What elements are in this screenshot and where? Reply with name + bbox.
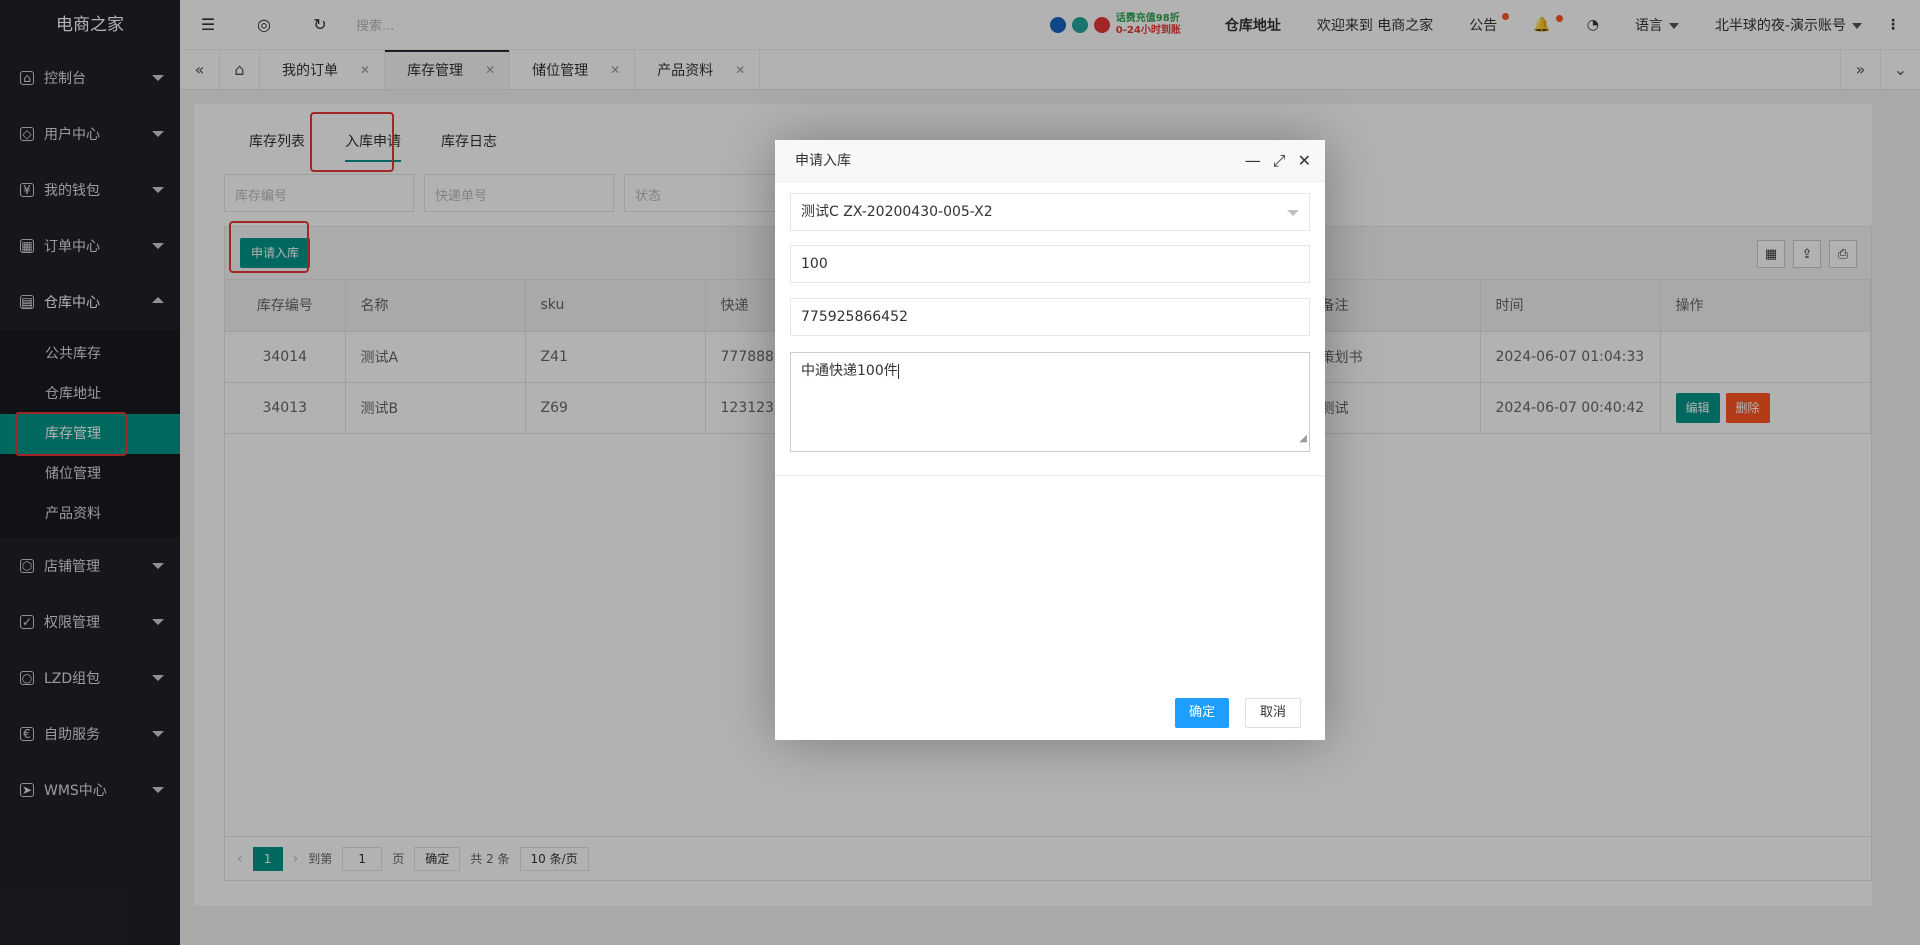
modal-divider: [775, 475, 1325, 476]
confirm-button[interactable]: 确定: [1175, 698, 1230, 728]
inbound-request-modal: 申请入库 — ⤢ ✕ 测试C ZX-20200430-005-X2 100 77…: [775, 140, 1325, 740]
close-icon[interactable]: ✕: [1298, 140, 1311, 182]
quantity-input[interactable]: 100: [790, 245, 1310, 283]
maximize-icon[interactable]: ⤢: [1273, 140, 1286, 182]
tracking-number-input[interactable]: 775925866452: [790, 298, 1310, 336]
modal-title: 申请入库: [795, 153, 851, 169]
resize-handle-icon[interactable]: ◢: [1299, 429, 1307, 449]
note-textarea[interactable]: 中通快递100件 ◢: [790, 352, 1310, 452]
modal-header: 申请入库 — ⤢ ✕: [775, 140, 1325, 182]
product-select[interactable]: 测试C ZX-20200430-005-X2: [790, 193, 1310, 231]
cancel-button[interactable]: 取消: [1245, 698, 1302, 728]
minimize-icon[interactable]: —: [1245, 140, 1261, 182]
chevron-down-icon: [1287, 210, 1299, 216]
